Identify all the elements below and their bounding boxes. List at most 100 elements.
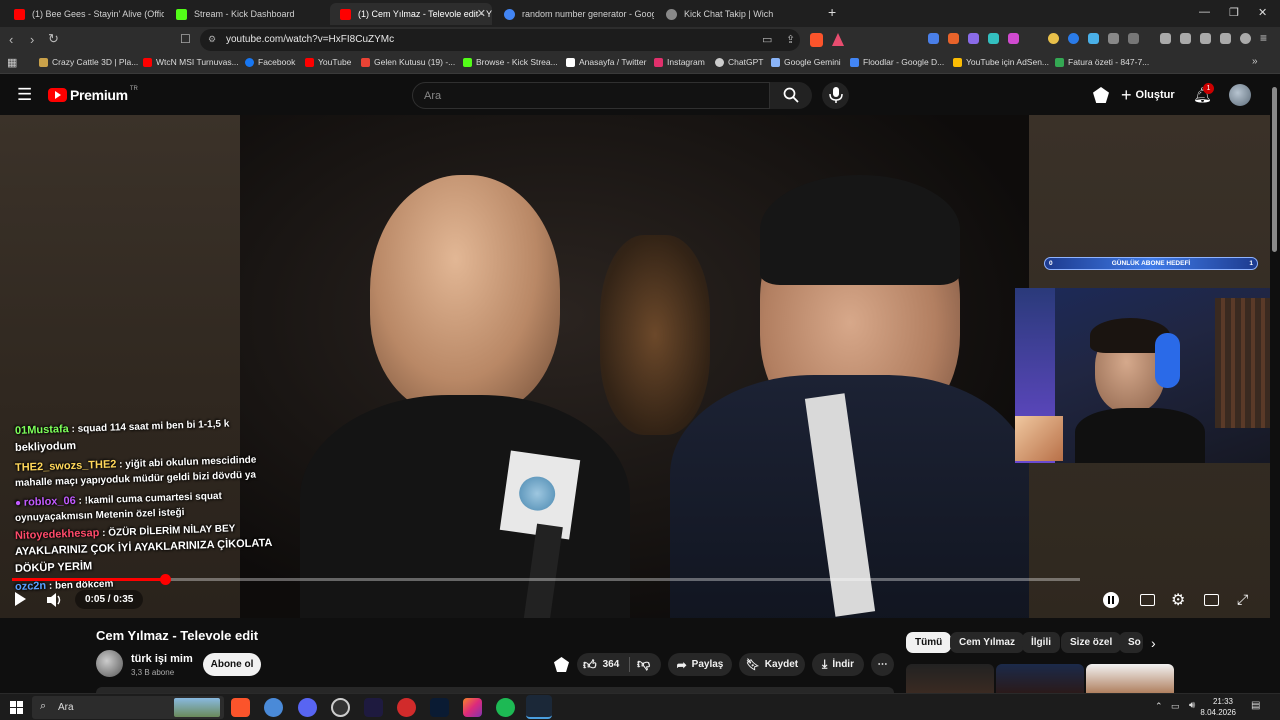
reload-icon[interactable]: ↻: [48, 31, 59, 47]
bookmark-youtube[interactable]: YouTube: [305, 57, 351, 67]
share-icon[interactable]: ⇪: [786, 33, 795, 46]
video-player[interactable]: 0 GÜNLÜK ABONE HEDEFİ 1 01Mustafa : squa…: [0, 115, 1270, 618]
extension-icon[interactable]: [1048, 33, 1059, 44]
youtube-logo[interactable]: Premium TR: [48, 86, 138, 103]
brave-taskbar-icon[interactable]: [231, 698, 250, 717]
more-actions-button[interactable]: ⋯: [871, 653, 894, 676]
subscribe-button[interactable]: Abone ol: [203, 653, 261, 676]
youtube-create-gem-icon[interactable]: [1093, 87, 1109, 103]
tab-cem-yilmaz[interactable]: (1) Cem Yılmaz - Televole edit - Y ✕: [330, 3, 492, 25]
create-button[interactable]: + Oluştur: [1121, 83, 1175, 107]
channel-avatar[interactable]: [96, 650, 123, 677]
video-progress-bar[interactable]: [12, 574, 1080, 585]
chip-cem-yilmaz[interactable]: Cem Yılmaz: [950, 632, 1024, 653]
bookmark-icon[interactable]: ☐: [180, 32, 191, 46]
brave-shield-icon[interactable]: [810, 33, 823, 47]
tray-chevron-icon[interactable]: ⌃: [1155, 701, 1163, 712]
search-input[interactable]: Ara: [412, 82, 770, 109]
fullscreen-icon[interactable]: ⤢: [1237, 591, 1248, 608]
brave-rewards-icon[interactable]: [832, 33, 844, 46]
bookmark-instagram[interactable]: Instagram: [654, 57, 705, 67]
bookmark-chatgpt[interactable]: ChatGPT: [715, 57, 763, 67]
bookmark-gemini[interactable]: Google Gemini: [771, 57, 841, 67]
channel-name[interactable]: türk işi mim: [131, 653, 193, 665]
tab-kick-chat[interactable]: Kick Chat Takip | Wich: [656, 3, 816, 25]
menu-icon[interactable]: ≡: [1260, 31, 1267, 45]
steam-taskbar-icon[interactable]: [526, 695, 552, 719]
settings-gear-icon[interactable]: ⚙: [1171, 590, 1185, 610]
taskbar-search[interactable]: ⌕ Ara: [32, 696, 224, 719]
bookmark-fatura[interactable]: Fatura özeti - 847-7...: [1055, 57, 1149, 67]
recommended-thumbnail[interactable]: [906, 664, 994, 693]
subtitles-icon[interactable]: [1140, 594, 1155, 606]
tab-random-number[interactable]: random number generator - Google: [494, 3, 654, 25]
apps-grid-icon[interactable]: ▦: [7, 56, 17, 69]
new-tab-button[interactable]: +: [828, 4, 836, 20]
extension-icon[interactable]: [1068, 33, 1079, 44]
chip-related[interactable]: İlgili: [1022, 632, 1060, 653]
progress-scrubber[interactable]: [159, 574, 171, 585]
play-icon[interactable]: [15, 592, 26, 606]
clock-time[interactable]: 21:33: [1205, 697, 1233, 706]
recommended-thumbnail[interactable]: [996, 664, 1084, 693]
minimize-icon[interactable]: —: [1199, 6, 1210, 18]
extension-icon[interactable]: [1008, 33, 1019, 44]
volume-icon[interactable]: [47, 593, 63, 607]
account-avatar[interactable]: [1229, 84, 1251, 106]
bookmark-gmail[interactable]: Gelen Kutusu (19) -...: [361, 57, 455, 67]
more-bookmarks-icon[interactable]: »: [1252, 56, 1258, 67]
spotify-taskbar-icon[interactable]: [496, 698, 515, 717]
leo-icon[interactable]: [1220, 33, 1231, 44]
tab-kick-dashboard[interactable]: Stream - Kick Dashboard: [166, 3, 328, 25]
instagram-taskbar-icon[interactable]: [463, 698, 482, 717]
chip-all[interactable]: Tümü: [906, 632, 952, 653]
media-control-icon[interactable]: [1160, 33, 1171, 44]
display-tray-icon[interactable]: ▭: [1171, 701, 1180, 712]
bookmark-facebook[interactable]: Facebook: [245, 57, 295, 67]
forward-icon[interactable]: ›: [30, 32, 34, 47]
extension-icon[interactable]: [928, 33, 939, 44]
obs-taskbar-icon[interactable]: [331, 698, 350, 717]
opera-taskbar-icon[interactable]: [397, 698, 416, 717]
tab-bee-gees[interactable]: (1) Bee Gees - Stayin' Alive (Official V: [4, 3, 164, 25]
bookmark-crazy-cattle[interactable]: Crazy Cattle 3D | Pla...: [39, 57, 138, 67]
thumbs-up-icon[interactable]: 👍︎: [583, 657, 597, 673]
save-button[interactable]: 🔖︎ Kaydet: [739, 653, 805, 676]
sidebar-icon[interactable]: [1180, 33, 1191, 44]
premium-gem-icon[interactable]: [554, 657, 569, 672]
autoplay-toggle-icon[interactable]: [1103, 592, 1119, 608]
chip-for-you[interactable]: Size özel: [1061, 632, 1122, 653]
miniplayer-icon[interactable]: [1204, 594, 1219, 606]
hamburger-menu-icon[interactable]: ☰: [17, 85, 32, 105]
extension-icon[interactable]: [1088, 33, 1099, 44]
app-taskbar-icon[interactable]: [264, 698, 283, 717]
close-window-icon[interactable]: ✕: [1258, 6, 1267, 19]
share-button[interactable]: ➦ Paylaş: [668, 653, 732, 676]
bookmark-kick[interactable]: Browse - Kick Strea...: [463, 57, 558, 67]
bookmark-twitter[interactable]: Anasayfa / Twitter: [566, 57, 646, 67]
volume-tray-icon[interactable]: 🔊︎: [1189, 700, 1195, 711]
photoshop-taskbar-icon[interactable]: [430, 698, 449, 717]
restore-icon[interactable]: ❐: [1229, 6, 1239, 19]
vpn-icon[interactable]: [1240, 33, 1251, 44]
back-icon[interactable]: ‹: [9, 32, 13, 47]
wallet-icon[interactable]: [1200, 33, 1211, 44]
premiere-taskbar-icon[interactable]: [364, 698, 383, 717]
cast-icon[interactable]: ▭: [762, 33, 772, 46]
notification-center-icon[interactable]: ▤: [1251, 700, 1260, 711]
search-button[interactable]: [770, 82, 812, 109]
windows-start-icon[interactable]: [10, 701, 23, 714]
extension-icon[interactable]: [988, 33, 999, 44]
close-tab-icon[interactable]: ✕: [477, 7, 486, 20]
voice-search-button[interactable]: [822, 82, 849, 109]
recommended-thumbnail[interactable]: [1086, 664, 1174, 693]
bookmark-adsense[interactable]: YouTube için AdSen...: [953, 57, 1049, 67]
bookmark-floodlar[interactable]: Floodlar - Google D...: [850, 57, 944, 67]
extension-icon[interactable]: [968, 33, 979, 44]
chip-partial[interactable]: So: [1119, 632, 1143, 653]
extension-icon[interactable]: [948, 33, 959, 44]
download-button[interactable]: ⤓ İndir: [812, 653, 864, 676]
like-count[interactable]: 364: [603, 659, 620, 670]
thumbs-down-icon[interactable]: 👎︎: [637, 656, 650, 672]
extension-icon[interactable]: [1128, 33, 1139, 44]
